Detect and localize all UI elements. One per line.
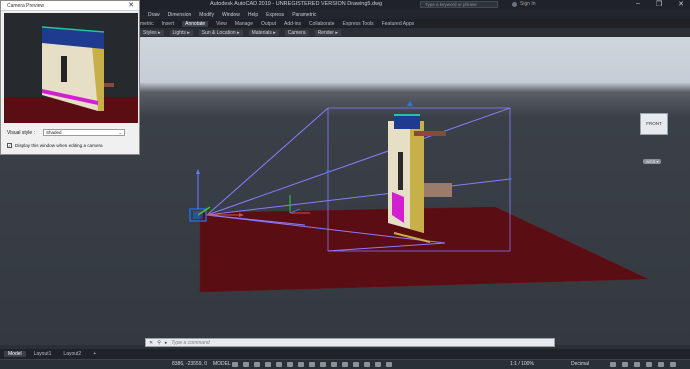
ribbon-tabs: metric Insert Annotate View Manage Outpu… xyxy=(140,19,690,28)
preview-scene xyxy=(4,26,138,123)
tab-express-tools[interactable]: Express Tools xyxy=(343,21,374,27)
panel-render[interactable]: Render ▸ xyxy=(314,29,341,36)
camera-preview-window: Camera Preview ✕ Visual style : Shaded ⌄… xyxy=(0,0,140,155)
camera-preview-title: Camera Preview xyxy=(7,3,44,9)
quick-properties-icon[interactable] xyxy=(610,362,616,367)
tab-view[interactable]: View xyxy=(216,21,227,27)
tab-featured-apps[interactable]: Featured Apps xyxy=(382,21,415,27)
osnap-icon[interactable] xyxy=(276,362,282,367)
close-icon[interactable]: ✕ xyxy=(149,340,153,346)
command-line[interactable]: ✕ ⚲ ▸ Type a command xyxy=(145,338,555,347)
drafting-toggles xyxy=(232,362,392,367)
lineweight-icon[interactable] xyxy=(298,362,304,367)
annotation-scale[interactable]: 1:1 / 100% xyxy=(510,361,534,367)
3d-osnap-icon[interactable] xyxy=(331,362,337,367)
tab-annotate[interactable]: Annotate xyxy=(182,20,209,27)
model-space-toggle[interactable]: MODEL xyxy=(213,361,231,367)
menu-parametric[interactable]: Parametric xyxy=(292,12,316,18)
camera-preview-header: Camera Preview ✕ xyxy=(1,1,139,11)
chevron-down-icon: ⌄ xyxy=(118,130,122,135)
preview-canopy xyxy=(104,83,114,87)
clean-screen-icon[interactable] xyxy=(658,362,664,367)
status-bar: 8386, -23559, 0 MODEL 1:1 / 100% Decimal xyxy=(0,359,690,369)
tab-add-ins[interactable]: Add-ins xyxy=(284,21,301,27)
units-display[interactable]: Decimal xyxy=(571,361,589,367)
isolate-objects-icon[interactable] xyxy=(634,362,640,367)
grid-icon[interactable] xyxy=(232,362,238,367)
tab-model[interactable]: Model xyxy=(4,351,26,357)
display-window-row: ✓ Display this window when editing a cam… xyxy=(7,143,103,148)
visual-style-select[interactable]: Shaded ⌄ xyxy=(42,129,125,136)
prompt-icon: ▸ xyxy=(164,339,168,346)
transparency-icon[interactable] xyxy=(309,362,315,367)
close-icon[interactable]: ✕ xyxy=(128,1,134,9)
sign-in-link[interactable]: Sign In xyxy=(520,1,536,7)
menu-draw[interactable]: Draw xyxy=(148,12,160,18)
ortho-icon[interactable] xyxy=(254,362,260,367)
wcs-menu[interactable]: WCS ▾ xyxy=(643,159,662,164)
window-controls: – ❐ ✕ xyxy=(636,0,684,8)
menu-window[interactable]: Window xyxy=(222,12,240,18)
ribbon-panels: Styles ▸ Lights ▸ Sun & Location ▸ Mater… xyxy=(140,28,690,37)
hardware-acceleration-icon[interactable] xyxy=(646,362,652,367)
auto-scale-icon[interactable] xyxy=(386,362,392,367)
dynamic-ucs-icon[interactable] xyxy=(342,362,348,367)
selection-cycling-icon[interactable] xyxy=(320,362,326,367)
menu-express[interactable]: Express xyxy=(266,12,284,18)
menu-bar: Draw Dimension Modify Window Help Expres… xyxy=(140,10,690,19)
customize-icon[interactable]: ⚲ xyxy=(157,340,161,346)
camera-preview-viewport xyxy=(4,13,138,123)
menu-dimension[interactable]: Dimension xyxy=(168,12,192,18)
display-window-checkbox[interactable]: ✓ xyxy=(7,143,12,148)
tab-manage[interactable]: Manage xyxy=(235,21,253,27)
panel-styles[interactable]: Styles ▸ xyxy=(140,29,164,36)
panel-camera[interactable]: Camera xyxy=(284,29,309,36)
tab-layout2[interactable]: Layout2 xyxy=(59,351,85,357)
visual-style-value: Shaded xyxy=(45,130,62,135)
preview-window xyxy=(61,56,67,82)
tab-output[interactable]: Output xyxy=(261,21,276,27)
selection-filter-icon[interactable] xyxy=(353,362,359,367)
panel-lights[interactable]: Lights ▸ xyxy=(169,29,193,36)
customization-menu-icon[interactable] xyxy=(670,362,676,367)
polar-icon[interactable] xyxy=(265,362,271,367)
tab-metric[interactable]: metric xyxy=(140,21,154,27)
panel-sun-location[interactable]: Sun & Location ▸ xyxy=(198,29,243,36)
minimize-button[interactable]: – xyxy=(636,0,640,8)
visual-style-row: Visual style : Shaded ⌄ xyxy=(7,129,125,136)
otrack-icon[interactable] xyxy=(287,362,293,367)
layout-tabs: Model Layout1 Layout2 + xyxy=(0,349,690,359)
lock-ui-icon[interactable] xyxy=(622,362,628,367)
menu-help[interactable]: Help xyxy=(248,12,258,18)
tab-layout1[interactable]: Layout1 xyxy=(30,351,56,357)
menu-modify[interactable]: Modify xyxy=(199,12,214,18)
panel-materials[interactable]: Materials ▸ xyxy=(248,29,279,36)
close-button[interactable]: ✕ xyxy=(678,0,684,8)
coordinate-readout: 8386, -23559, 0 xyxy=(172,361,208,367)
search-input[interactable]: Type a keyword or phrase xyxy=(420,1,498,8)
maximize-button[interactable]: ❐ xyxy=(656,0,662,8)
user-icon[interactable] xyxy=(512,2,517,7)
annotation-visibility-icon[interactable] xyxy=(375,362,381,367)
add-layout-button[interactable]: + xyxy=(89,351,100,357)
gizmo-icon[interactable] xyxy=(364,362,370,367)
tab-insert[interactable]: Insert xyxy=(162,21,175,27)
window-title: Autodesk AutoCAD 2019 - UNREGISTERED VER… xyxy=(210,1,383,7)
tab-collaborate[interactable]: Collaborate xyxy=(309,21,335,27)
status-right-icons xyxy=(610,362,676,367)
snap-icon[interactable] xyxy=(243,362,249,367)
display-window-label: Display this window when editing a camer… xyxy=(15,143,103,148)
command-input[interactable]: Type a command xyxy=(171,340,209,346)
viewcube[interactable]: FRONT xyxy=(640,113,668,135)
visual-style-label: Visual style : xyxy=(7,129,35,136)
